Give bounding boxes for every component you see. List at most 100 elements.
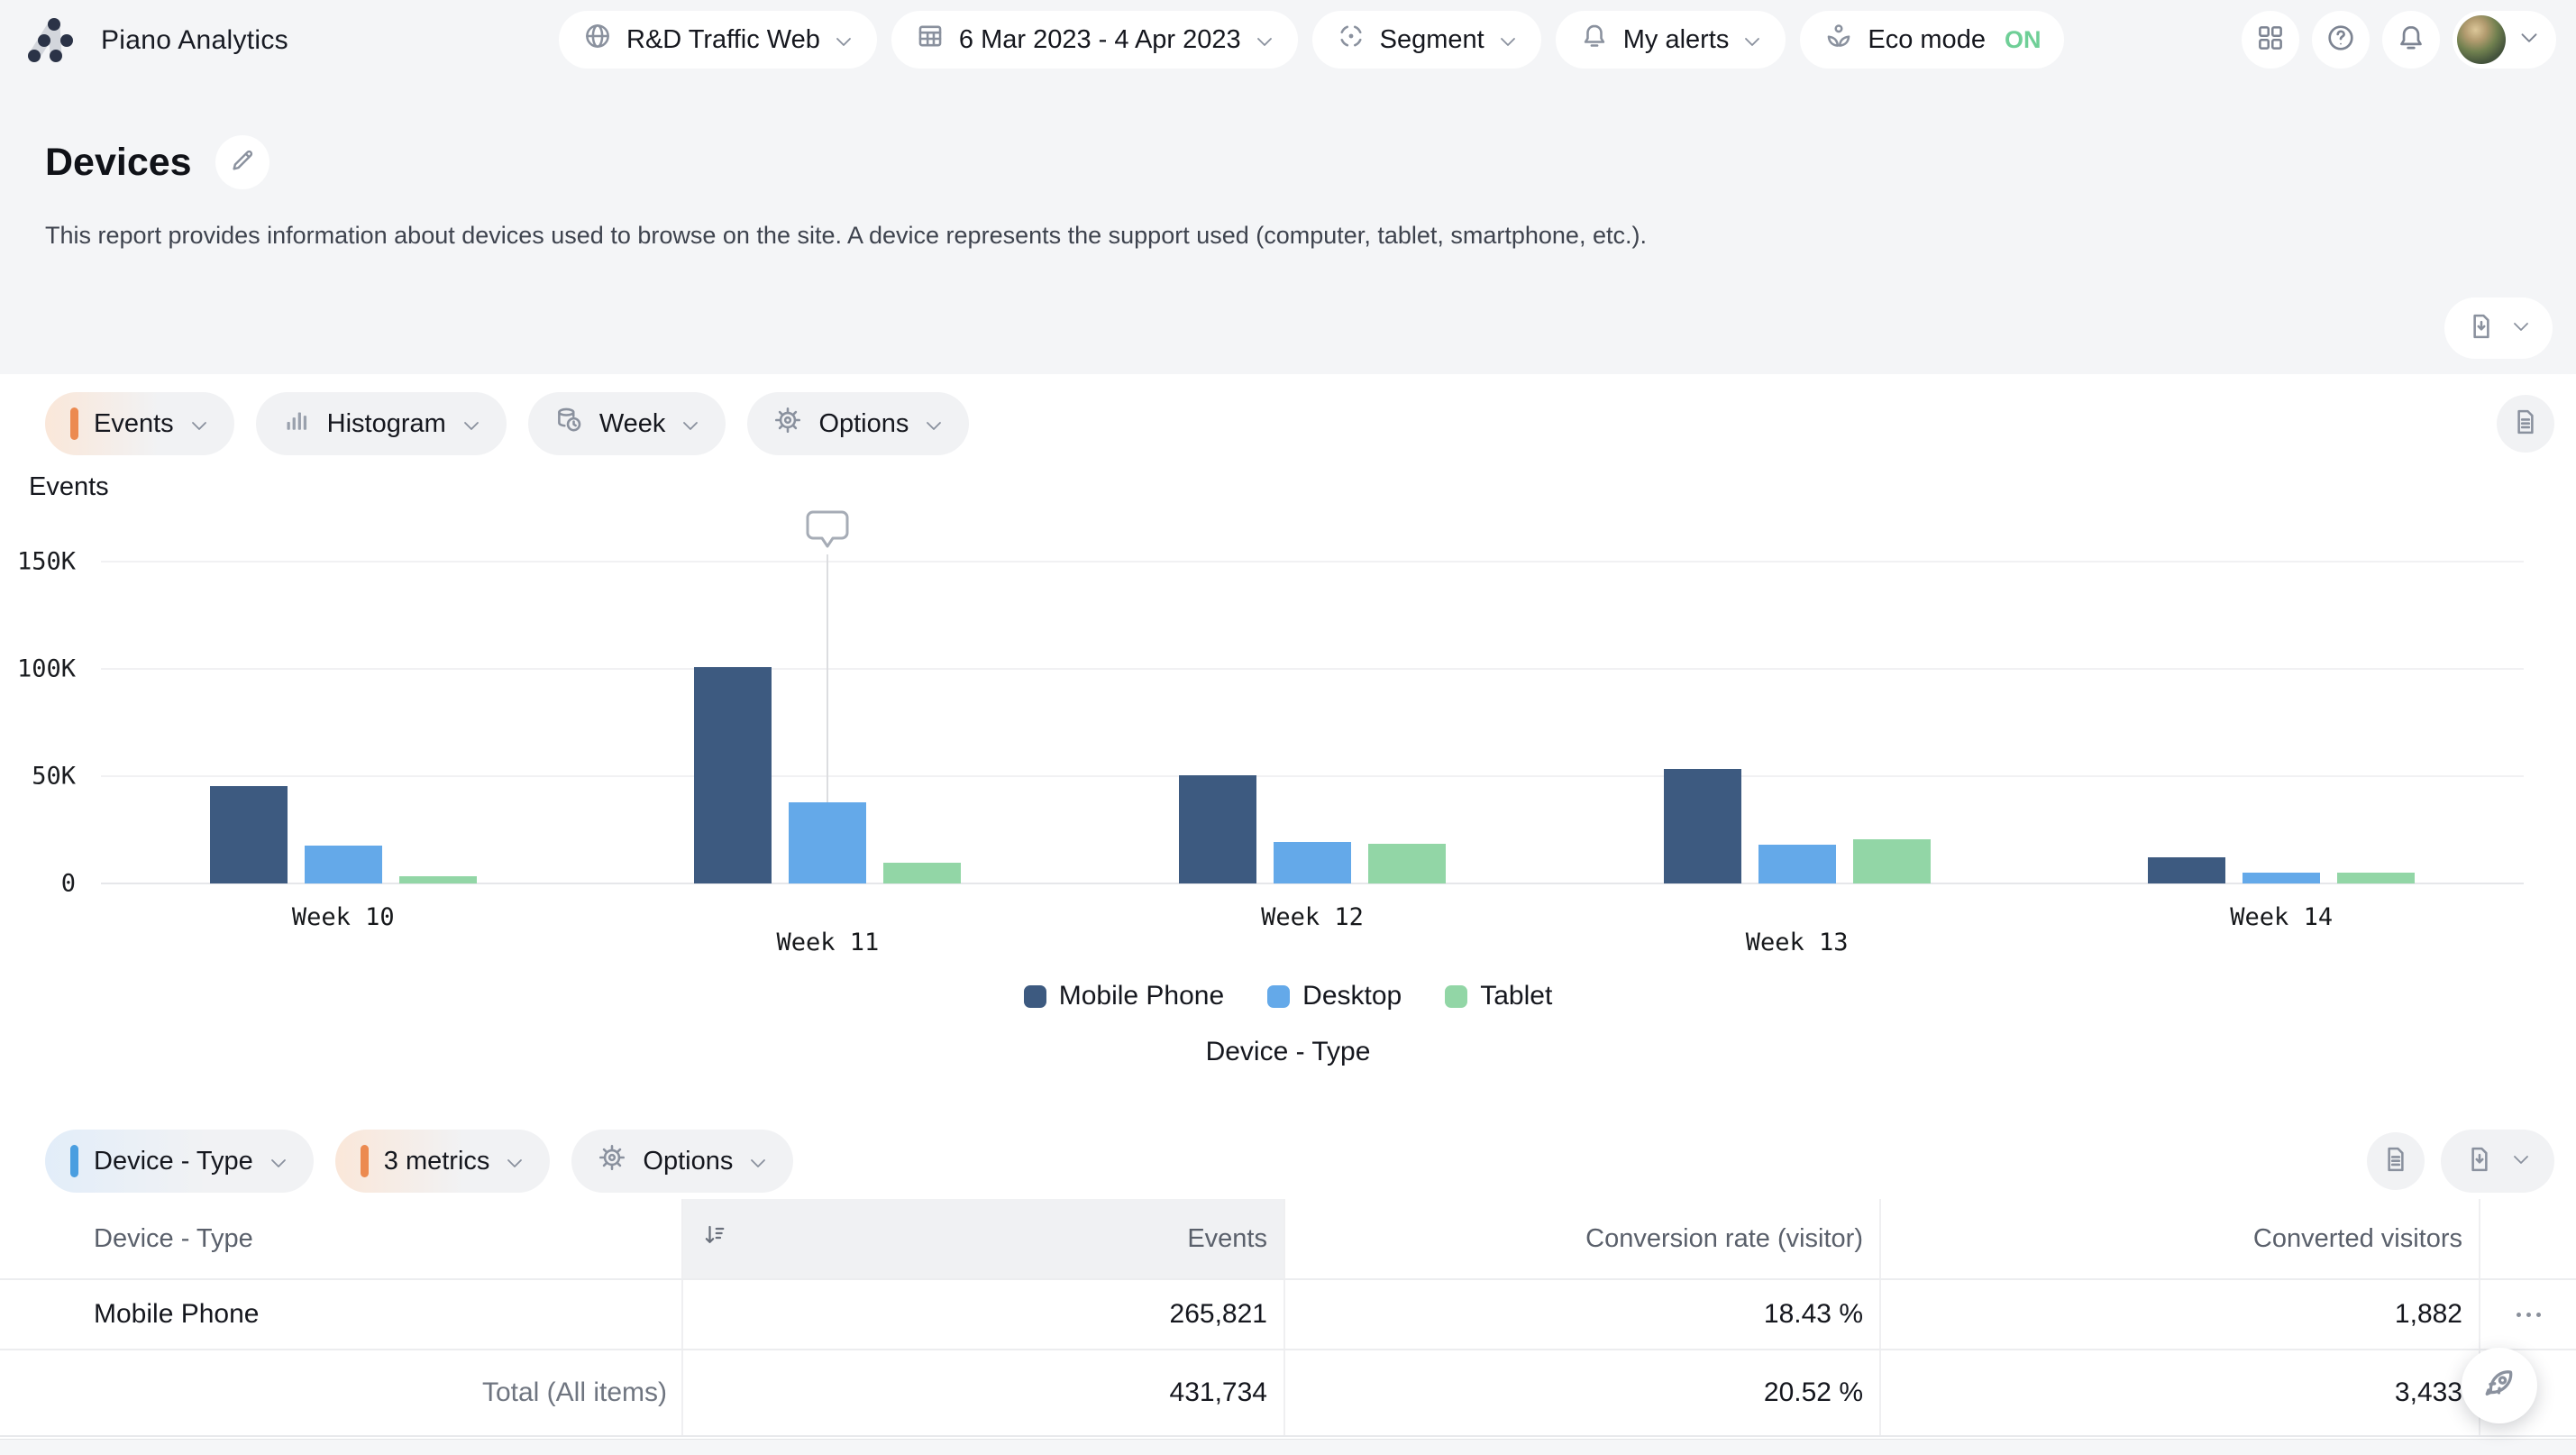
chevron-down-icon <box>189 409 209 439</box>
bar-mobile-phone[interactable] <box>1664 769 1741 883</box>
brand: Piano Analytics <box>22 14 288 67</box>
download-icon <box>2466 311 2497 346</box>
period-data-icon <box>553 405 584 443</box>
eco-mode-label: Eco mode <box>1868 25 1986 55</box>
bar-group-week-11 <box>694 667 961 883</box>
y-axis-tick-label: 100K <box>17 655 76 683</box>
bar-group-week-13 <box>1664 769 1931 883</box>
rocket-icon <box>2480 1364 2519 1408</box>
legend-label: Mobile Phone <box>1059 981 1224 1011</box>
total-events-value: 431,734 <box>681 1350 1283 1435</box>
chart-type-button[interactable]: Histogram <box>256 392 507 455</box>
bar-mobile-phone[interactable] <box>2148 857 2225 883</box>
plot-area: Week 10Week 11Week 12Week 13Week 14 <box>101 562 2524 883</box>
legend-swatch <box>1024 985 1046 1008</box>
piano-analytics-app: { "app": { "name": "Piano Analytics" }, … <box>0 0 2576 1455</box>
chart-period-label: Week <box>599 409 666 439</box>
row-actions-ellipsis-icon[interactable] <box>2517 1313 2541 1317</box>
table-dimension-button[interactable]: Device - Type <box>45 1130 314 1193</box>
legend-item-tablet[interactable]: Tablet <box>1445 981 1552 1011</box>
column-header-converted-visitors[interactable]: Converted visitors <box>1879 1199 2479 1278</box>
eco-plant-icon <box>1823 21 1854 59</box>
document-icon <box>2510 407 2541 442</box>
bar-mobile-phone[interactable] <box>1179 775 1256 883</box>
legend-item-mobile-phone[interactable]: Mobile Phone <box>1024 981 1224 1011</box>
bar-tablet[interactable] <box>399 876 477 883</box>
export-report-button[interactable] <box>2444 297 2553 359</box>
bar-desktop[interactable] <box>1274 842 1351 883</box>
apps-grid-button[interactable] <box>2242 11 2299 69</box>
table-notes-button[interactable] <box>2367 1132 2425 1190</box>
bar-tablet[interactable] <box>883 863 961 883</box>
bar-tablet[interactable] <box>1853 839 1931 883</box>
bar-desktop[interactable] <box>1758 845 1836 883</box>
site-selector[interactable]: R&D Traffic Web <box>559 11 877 69</box>
segment-selector[interactable]: Segment <box>1312 11 1541 69</box>
notifications-button[interactable] <box>2382 11 2440 69</box>
user-menu[interactable] <box>2453 11 2556 69</box>
row-device-label[interactable]: Mobile Phone <box>0 1280 681 1349</box>
my-alerts[interactable]: My alerts <box>1556 11 1786 69</box>
legend-item-desktop[interactable]: Desktop <box>1267 981 1402 1011</box>
bar-tablet[interactable] <box>1368 844 1446 883</box>
chart-metric-button[interactable]: Events <box>45 392 234 455</box>
chevron-down-icon <box>2518 31 2540 49</box>
bar-group-week-10 <box>210 786 477 883</box>
bar-desktop[interactable] <box>305 846 382 883</box>
help-button[interactable] <box>2312 11 2370 69</box>
bar-tablet[interactable] <box>2337 873 2415 883</box>
x-axis-tick-label: Week 11 <box>776 929 879 956</box>
bar-mobile-phone[interactable] <box>210 786 288 883</box>
column-header-actions <box>2479 1199 2576 1278</box>
chevron-down-icon <box>2511 320 2531 337</box>
row-conversion-rate-value: 18.43 % <box>1283 1280 1879 1349</box>
bell-icon <box>1579 21 1610 59</box>
chevron-down-icon <box>461 409 481 439</box>
ai-insights-rocket-button[interactable] <box>2462 1348 2537 1423</box>
help-icon <box>2325 22 2357 59</box>
x-axis-tick-label: Week 10 <box>292 903 395 931</box>
table-dimension-label: Device - Type <box>94 1147 253 1176</box>
x-axis-tick-label: Week 12 <box>1261 903 1364 931</box>
comment-bubble-icon[interactable] <box>805 509 850 556</box>
chevron-down-icon <box>1498 25 1518 55</box>
piano-analytics-logo <box>22 14 79 67</box>
total-label: Total (All items) <box>0 1350 681 1435</box>
bar-group-week-12 <box>1179 775 1446 883</box>
table-total-row: Total (All items) 431,734 20.52 % 3,433 <box>0 1350 2576 1437</box>
legend-label: Tablet <box>1480 981 1552 1011</box>
chart-title: Events <box>29 472 109 502</box>
chart-y-axis: 050K100K150K <box>0 562 76 883</box>
row-converted-visitors-value: 1,882 <box>1879 1280 2479 1349</box>
chevron-down-icon <box>834 25 854 55</box>
bar-desktop[interactable] <box>2243 873 2320 883</box>
column-header-device-type[interactable]: Device - Type <box>0 1199 681 1278</box>
column-header-events-label: Events <box>1187 1224 1267 1254</box>
download-icon <box>2464 1144 2495 1179</box>
eco-mode-state: ON <box>2005 26 2042 54</box>
metric-accent-bar <box>70 407 78 440</box>
table-options-button[interactable]: Options <box>571 1130 793 1193</box>
edit-title-button[interactable] <box>215 135 269 189</box>
bar-desktop[interactable] <box>789 802 866 883</box>
chart-notes-button[interactable] <box>2497 395 2554 453</box>
eco-mode-toggle[interactable]: Eco mode ON <box>1800 11 2064 69</box>
column-header-events[interactable]: Events <box>681 1199 1283 1278</box>
chevron-down-icon <box>1255 25 1274 55</box>
table-row[interactable]: Mobile Phone 265,821 18.43 % 1,882 <box>0 1280 2576 1350</box>
column-header-conversion-rate[interactable]: Conversion rate (visitor) <box>1283 1199 1879 1278</box>
my-alerts-label: My alerts <box>1623 25 1730 55</box>
chevron-down-icon <box>269 1147 288 1176</box>
gear-icon <box>772 405 803 443</box>
table-metrics-button[interactable]: 3 metrics <box>335 1130 551 1193</box>
bar-mobile-phone[interactable] <box>694 667 772 883</box>
date-range-label: 6 Mar 2023 - 4 Apr 2023 <box>959 25 1241 55</box>
chart-period-button[interactable]: Week <box>528 392 726 455</box>
chart-options-button[interactable]: Options <box>747 392 969 455</box>
chevron-down-icon <box>505 1147 525 1176</box>
table-export-button[interactable] <box>2441 1130 2554 1193</box>
date-range-picker[interactable]: 6 Mar 2023 - 4 Apr 2023 <box>891 11 1298 69</box>
chevron-down-icon <box>681 409 700 439</box>
y-axis-tick-label: 50K <box>32 763 76 791</box>
sort-descending-icon[interactable] <box>701 1222 728 1256</box>
